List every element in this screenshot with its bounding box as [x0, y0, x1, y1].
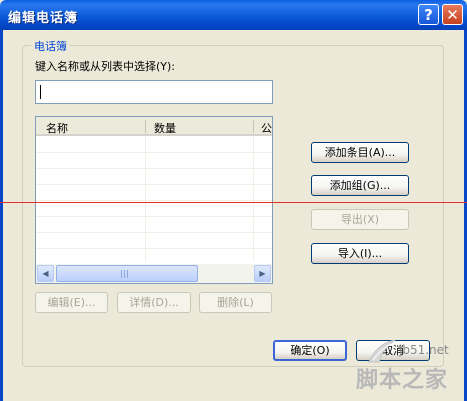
- watermark-brand: 脚本之家: [356, 368, 449, 393]
- list-row: [36, 248, 272, 249]
- column-header-name[interactable]: 名称: [46, 120, 68, 136]
- grip-icon: [121, 270, 129, 278]
- phonebook-list[interactable]: 名称 数量 公 ◀ ▶: [35, 116, 273, 284]
- export-button[interactable]: 导出(X): [311, 209, 409, 230]
- import-button[interactable]: 导入(I)...: [311, 243, 409, 264]
- close-button[interactable]: ✕: [442, 4, 463, 25]
- list-header: 名称 数量 公: [36, 117, 272, 136]
- list-row: [36, 168, 272, 169]
- add-group-button[interactable]: 添加组(G)...: [311, 175, 409, 196]
- scroll-left-button[interactable]: ◀: [37, 265, 54, 282]
- name-prompt-label: 键入名称或从列表中选择(Y):: [35, 60, 176, 73]
- watermark-logo-icon: [368, 339, 396, 363]
- watermark-site: jb51.net: [399, 343, 449, 357]
- column-header-count[interactable]: 数量: [154, 120, 176, 136]
- arrow-right-icon: ▶: [259, 269, 266, 278]
- list-row: [36, 216, 272, 217]
- group-title: 电话簿: [31, 38, 70, 54]
- list-row: [36, 152, 272, 153]
- horizontal-scrollbar[interactable]: ◀ ▶: [36, 264, 272, 283]
- list-column-line: [145, 136, 146, 262]
- details-button[interactable]: 详情(D)...: [117, 292, 191, 313]
- scroll-thumb[interactable]: [56, 265, 198, 282]
- help-icon: ?: [424, 6, 433, 24]
- text-caret: [40, 85, 41, 99]
- arrow-left-icon: ◀: [42, 269, 49, 278]
- window-title: 编辑电话簿: [8, 11, 79, 26]
- column-divider[interactable]: [145, 120, 146, 133]
- name-input[interactable]: [35, 80, 273, 104]
- list-row: [36, 184, 272, 185]
- ok-button[interactable]: 确定(O): [273, 340, 347, 361]
- title-bar[interactable]: 编辑电话簿 ? ✕: [0, 0, 467, 30]
- red-guide-line: [0, 202, 467, 203]
- edit-button[interactable]: 编辑(E)...: [35, 292, 108, 313]
- list-row: [36, 232, 272, 233]
- delete-button[interactable]: 删除(L): [199, 292, 272, 313]
- list-row: [36, 200, 272, 201]
- list-column-line: [253, 136, 254, 262]
- column-header-public[interactable]: 公: [261, 120, 272, 136]
- scroll-right-button[interactable]: ▶: [254, 265, 271, 282]
- help-button[interactable]: ?: [418, 4, 439, 25]
- column-divider[interactable]: [253, 120, 254, 133]
- add-entry-button[interactable]: 添加条目(A)...: [311, 142, 409, 163]
- close-icon: ✕: [446, 6, 459, 24]
